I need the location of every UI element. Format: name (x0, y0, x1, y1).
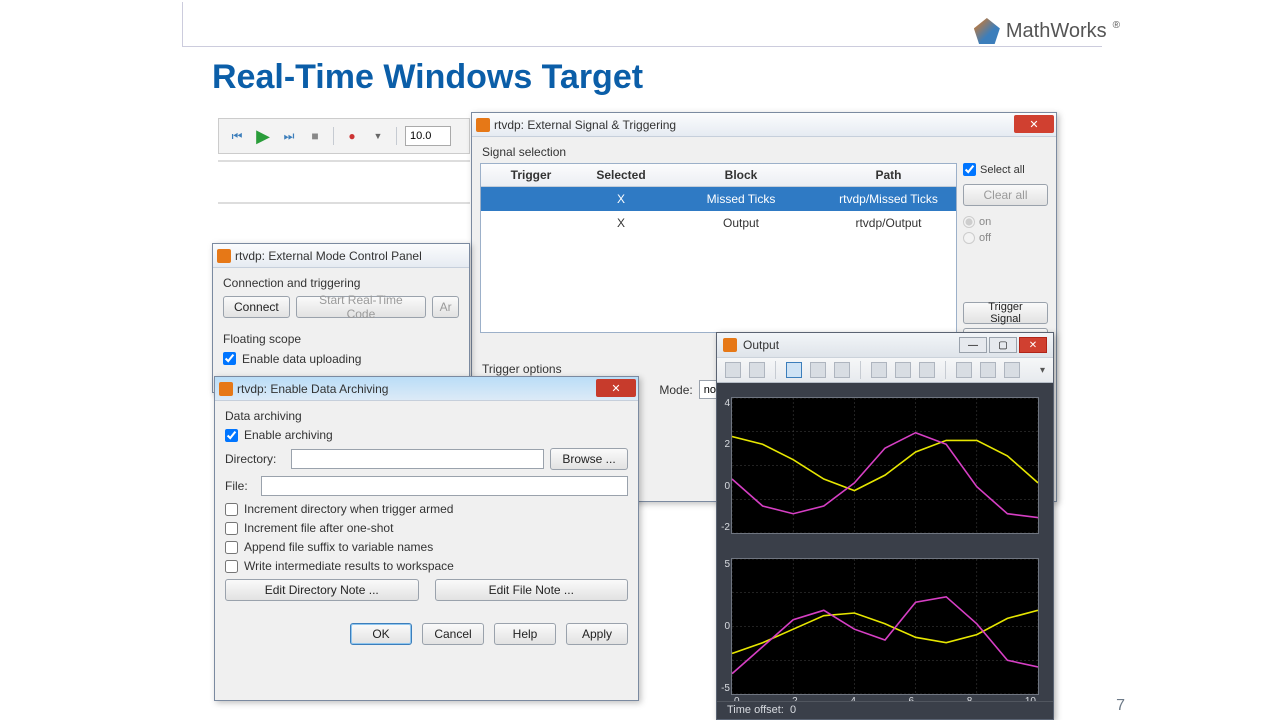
col-path[interactable]: Path (821, 168, 956, 182)
trigger-signal-button[interactable]: Trigger Signal (963, 302, 1048, 324)
apply-button[interactable]: Apply (566, 623, 628, 645)
mode-label: Mode: (659, 383, 692, 397)
increment-dir-checkbox[interactable]: Increment directory when trigger armed (225, 502, 628, 516)
app-icon (217, 249, 231, 263)
enable-archiving-checkbox[interactable]: Enable archiving (225, 428, 628, 442)
mathworks-logo-icon (974, 18, 1000, 44)
record-menu-icon[interactable]: ▼ (368, 126, 388, 146)
dialog-title: rtvdp: Enable Data Archiving (237, 382, 634, 396)
file-label: File: (225, 479, 255, 493)
app-icon (723, 338, 737, 352)
directory-label: Directory: (225, 452, 285, 466)
signal-table[interactable]: Trigger Selected Block Path X Missed Tic… (480, 163, 957, 333)
app-icon (219, 382, 233, 396)
restore-config-icon[interactable] (919, 362, 935, 378)
directory-input[interactable] (291, 449, 544, 469)
browse-button[interactable]: Browse ... (550, 448, 628, 470)
record-icon[interactable]: ● (342, 126, 362, 146)
close-button[interactable]: ✕ (596, 379, 636, 397)
plot-canvas (732, 398, 1038, 533)
float-icon[interactable] (956, 362, 972, 378)
write-intermediate-checkbox[interactable]: Write intermediate results to workspace (225, 559, 628, 573)
dialog-title: rtvdp: External Mode Control Panel (235, 249, 465, 263)
scope-plot-2: 50-5 0246810 (731, 558, 1039, 695)
toolbar-divider (218, 202, 470, 204)
scope-toolbar: ▾ (717, 357, 1053, 383)
autoscale-icon[interactable] (871, 362, 887, 378)
sim-toolbar: ⏮ ▶ ⏭ ■ ● ▼ 10.0 (218, 118, 470, 154)
params-icon[interactable] (749, 362, 765, 378)
stop-icon[interactable]: ■ (305, 126, 325, 146)
page-number: 7 (1116, 697, 1125, 715)
step-back-icon[interactable]: ⏮ (227, 126, 247, 146)
file-input[interactable] (261, 476, 628, 496)
col-block[interactable]: Block (661, 168, 821, 182)
group-label: Connection and triggering (223, 276, 459, 290)
group-label: Data archiving (225, 409, 628, 423)
col-trigger[interactable]: Trigger (481, 168, 581, 182)
connect-button[interactable]: Connect (223, 296, 290, 318)
output-scope-window: Output — ▢ ✕ ▾ 420-2 5 (716, 332, 1054, 720)
toolbar-divider (218, 160, 470, 162)
on-radio[interactable]: on (963, 216, 1048, 228)
cancel-button[interactable]: Cancel (422, 623, 484, 645)
edit-dir-note-button[interactable]: Edit Directory Note ... (225, 579, 419, 601)
brand: MathWorks ® (974, 18, 1120, 44)
off-radio[interactable]: off (963, 232, 1048, 244)
y-axis-1: 420-2 (712, 398, 730, 533)
col-selected[interactable]: Selected (581, 168, 661, 182)
close-button[interactable]: ✕ (1019, 337, 1047, 353)
table-row[interactable]: X Output rtvdp/Output (481, 211, 956, 235)
y-axis-2: 50-5 (712, 559, 730, 694)
maximize-button[interactable]: ▢ (989, 337, 1017, 353)
brand-label: MathWorks (1006, 20, 1107, 43)
enable-upload-checkbox[interactable]: Enable data uploading (223, 352, 459, 366)
floating-scope-label: Floating scope (223, 332, 459, 346)
clear-all-button[interactable]: Clear all (963, 184, 1048, 206)
stop-time-field[interactable]: 10.0 (405, 126, 451, 146)
plot-canvas (732, 559, 1038, 694)
group-label: Signal selection (482, 145, 1048, 159)
close-button[interactable]: ✕ (1014, 115, 1054, 133)
slide-rule (182, 2, 1102, 47)
scope-status-bar: Time offset: 0 (717, 701, 1053, 719)
help-button[interactable]: Help (494, 623, 556, 645)
data-archiving-dialog: rtvdp: Enable Data Archiving ✕ Data arch… (214, 376, 639, 701)
dialog-title: rtvdp: External Signal & Triggering (494, 118, 1052, 132)
signal-select-icon[interactable] (1004, 362, 1020, 378)
zoom-x-icon[interactable] (810, 362, 826, 378)
arm-button[interactable]: Ar (432, 296, 459, 318)
zoom-y-icon[interactable] (834, 362, 850, 378)
app-icon (476, 118, 490, 132)
ok-button[interactable]: OK (350, 623, 412, 645)
minimize-button[interactable]: — (959, 337, 987, 353)
zoom-icon[interactable] (786, 362, 802, 378)
scope-plot-1: 420-2 (731, 397, 1039, 534)
select-all-checkbox[interactable]: Select all (963, 163, 1048, 176)
append-suffix-checkbox[interactable]: Append file suffix to variable names (225, 540, 628, 554)
chevron-down-icon[interactable]: ▾ (1040, 365, 1045, 376)
play-icon[interactable]: ▶ (253, 126, 273, 146)
control-panel-dialog: rtvdp: External Mode Control Panel Conne… (212, 243, 470, 393)
page-title: Real-Time Windows Target (212, 58, 643, 97)
window-title: Output (743, 338, 953, 352)
step-forward-icon[interactable]: ⏭ (279, 126, 299, 146)
edit-file-note-button[interactable]: Edit File Note ... (435, 579, 629, 601)
save-config-icon[interactable] (895, 362, 911, 378)
lock-icon[interactable] (980, 362, 996, 378)
print-icon[interactable] (725, 362, 741, 378)
table-row[interactable]: X Missed Ticks rtvdp/Missed Ticks (481, 187, 956, 211)
start-rt-button[interactable]: Start Real-Time Code (296, 296, 426, 318)
increment-file-checkbox[interactable]: Increment file after one-shot (225, 521, 628, 535)
